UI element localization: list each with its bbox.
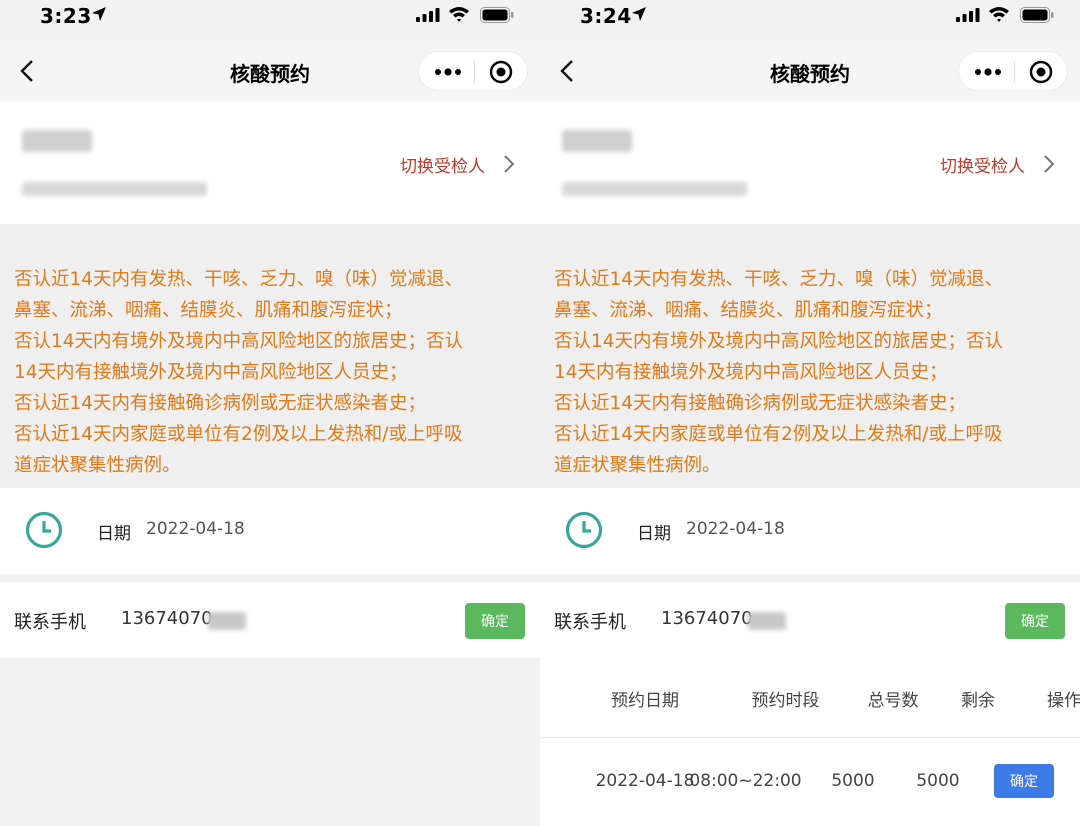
blurred-name [562,130,632,152]
slot-time: 08:00~22:00 [689,771,802,791]
blurred-id-number [22,182,207,196]
chevron-right-icon[interactable] [1043,154,1055,174]
appointment-table: 预约日期 预约时段 总号数 剩余 操作 2022-04-18 08:00~22:… [540,658,1080,826]
date-row[interactable]: 日期 2022-04-18 [0,488,540,574]
clock-icon [565,511,603,549]
date-value: 2022-04-18 [686,519,785,539]
notice-line: 否认近14天内家庭或单位有2例及以上发热和/或上呼吸 [14,424,463,445]
wifi-icon [989,7,1009,22]
switch-person-link[interactable]: 切换受检人 [940,152,1025,177]
more-dots-icon[interactable] [973,64,1003,80]
mini-program-capsule [958,51,1068,91]
phone-row: 联系手机 13674070 确定 [540,582,1080,658]
capsule-divider [474,61,475,83]
status-bar: 3:24 [540,0,1080,38]
blurred-phone-digits [748,612,786,630]
notice-line: 否认14天内有境外及境内中高风险地区的旅居史；否认 [14,331,464,352]
date-row[interactable]: 日期 2022-04-18 [540,488,1080,574]
person-card: 切换受检人 [0,102,540,224]
signal-icon [956,8,980,22]
notice-line: 否认14天内有境外及境内中高风险地区的旅居史；否认 [554,331,1004,352]
health-declaration: 否认近14天内有发热、干咳、乏力、嗅（味）觉减退、 鼻塞、流涕、咽痛、结膜炎、肌… [540,224,1080,488]
status-time: 3:23 [40,4,92,28]
column-header: 剩余 [961,691,995,711]
notice-line: 14天内有接触境外及境内中高风险地区人员史； [554,362,948,383]
phone-value: 13674070 [661,608,753,629]
notice-line: 否认近14天内有发热、干咳、乏力、嗅（味）觉减退、 [14,269,464,290]
target-icon[interactable] [489,60,513,84]
notice-line: 鼻塞、流涕、咽痛、结膜炎、肌痛和腹泻症状； [554,300,943,321]
column-header: 总号数 [867,691,919,711]
date-value: 2022-04-18 [146,519,245,539]
status-time: 3:24 [580,4,632,28]
capsule-divider [1014,61,1015,83]
location-arrow-icon [92,7,106,21]
column-header: 操作 [1047,691,1080,711]
table-row: 2022-04-18 08:00~22:00 5000 5000 确定 [540,738,1080,826]
blurred-id-number [562,182,747,196]
target-icon[interactable] [1029,60,1053,84]
more-dots-icon[interactable] [433,64,463,80]
table-header: 预约日期 预约时段 总号数 剩余 操作 [540,658,1080,738]
slot-remaining: 5000 [916,771,960,791]
phone-screen-left: 3:23 核酸预约 切换受检人 否认近14天内有发热、干咳、乏力、嗅（味）觉减退… [0,0,540,826]
notice-line: 鼻塞、流涕、咽痛、结膜炎、肌痛和腹泻症状； [14,300,403,321]
notice-line: 否认近14天内有接触确诊病例或无症状感染者史； [554,393,967,414]
notice-line: 道症状聚集性病例。 [554,455,721,476]
phone-label: 联系手机 [554,612,626,633]
confirm-phone-button[interactable]: 确定 [1005,603,1065,639]
phone-screen-right: 3:24 核酸预约 切换受检人 否认近14天内有发热、干咳、乏力、嗅（味）觉减退… [540,0,1080,826]
notice-line: 否认近14天内有发热、干咳、乏力、嗅（味）觉减退、 [554,269,1004,290]
wifi-icon [449,7,469,22]
notice-line: 否认近14天内有接触确诊病例或无症状感染者史； [14,393,427,414]
book-slot-button[interactable]: 确定 [994,764,1054,798]
battery-icon [1020,7,1054,23]
notice-line: 14天内有接触境外及境内中高风险地区人员史； [14,362,408,383]
notice-line: 道症状聚集性病例。 [14,455,181,476]
notice-line: 否认近14天内家庭或单位有2例及以上发热和/或上呼吸 [554,424,1003,445]
column-header: 预约时段 [751,691,820,711]
signal-icon [416,8,440,22]
blurred-name [22,130,92,152]
clock-icon [25,511,63,549]
person-card: 切换受检人 [540,102,1080,224]
confirm-phone-button[interactable]: 确定 [465,603,525,639]
date-label: 日期 [637,524,671,544]
blurred-phone-digits [208,612,246,630]
phone-label: 联系手机 [14,612,86,633]
mini-program-capsule [418,51,528,91]
switch-person-link[interactable]: 切换受检人 [400,152,485,177]
chevron-right-icon[interactable] [503,154,515,174]
column-header: 预约日期 [611,691,679,711]
nav-bar: 核酸预约 [540,40,1080,102]
status-bar: 3:23 [0,0,540,38]
slot-total: 5000 [831,771,875,791]
health-declaration: 否认近14天内有发热、干咳、乏力、嗅（味）觉减退、 鼻塞、流涕、咽痛、结膜炎、肌… [0,224,540,488]
phone-value: 13674070 [121,608,213,629]
date-label: 日期 [97,524,131,544]
nav-bar: 核酸预约 [0,40,540,102]
phone-row: 联系手机 13674070 确定 [0,582,540,658]
location-arrow-icon [632,7,646,21]
battery-icon [480,7,514,23]
